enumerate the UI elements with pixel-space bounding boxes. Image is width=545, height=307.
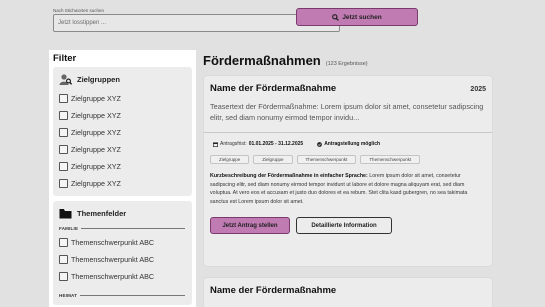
filter-title: Filter [53, 53, 77, 64]
zielgruppen-header[interactable]: Zielgruppen [59, 72, 185, 86]
card-meta: Antragsfrist: 01.01.2025 - 31.12.2025 An… [204, 133, 492, 147]
zielgruppe-option[interactable]: Zielgruppe XYZ [59, 175, 185, 192]
card-description: Kurzbeschreibung der Fördermaßnahme in e… [204, 164, 492, 206]
zielgruppe-option[interactable]: Zielgruppe XYZ [59, 158, 185, 175]
card-title[interactable]: Name der Fördermaßnahme [210, 285, 336, 296]
tag: Zielgruppe [210, 155, 250, 164]
zielgruppen-title: Zielgruppen [77, 74, 120, 84]
checkbox[interactable] [59, 94, 68, 103]
zielgruppe-option[interactable]: Zielgruppe XYZ [59, 90, 185, 107]
checkbox[interactable] [59, 238, 68, 247]
search-button[interactable]: Jetzt suchen [296, 8, 418, 26]
zielgruppe-option[interactable]: Zielgruppe XYZ [59, 141, 185, 158]
option-label: Zielgruppe XYZ [71, 179, 121, 188]
card-actions: Jetzt Antrag stellen Detaillierte Inform… [204, 206, 492, 234]
result-card: Name der Fördermaßnahme [203, 277, 493, 307]
page-title: Fördermaßnahmen [203, 53, 321, 68]
checkbox[interactable] [59, 179, 68, 188]
period-value: 01.01.2025 - 31.12.2025 [248, 141, 304, 147]
checkbox[interactable] [59, 128, 68, 137]
option-label: Zielgruppe XYZ [71, 111, 121, 120]
divider [80, 294, 185, 296]
option-label: Zielgruppe XYZ [71, 128, 121, 137]
filter-sidebar: Filter Zielgruppen Zielgruppe XYZ Zielgr… [49, 50, 196, 307]
checkbox[interactable] [59, 145, 68, 154]
themenschwerpunkt-option[interactable]: Themenschwerpunkt ABC [59, 234, 185, 251]
themenfelder-panel: Themenfelder FAMILIE Themenschwerpunkt A… [53, 201, 192, 305]
zielgruppen-panel: Zielgruppen Zielgruppe XYZ Zielgruppe XY… [53, 67, 192, 196]
folder-icon [59, 208, 72, 218]
period-label: Antragsfrist: [220, 141, 247, 147]
check-circle-icon [317, 141, 323, 147]
checkbox[interactable] [59, 111, 68, 120]
option-label: Zielgruppe XYZ [71, 94, 121, 103]
checkbox[interactable] [59, 255, 68, 264]
result-count: (123 Ergebnisse) [325, 61, 368, 67]
calendar-icon [213, 141, 218, 147]
apply-button[interactable]: Jetzt Antrag stellen [210, 217, 290, 234]
results-header: Fördermaßnahmen (123 Ergebnisse) [203, 53, 368, 68]
option-label: Zielgruppe XYZ [71, 145, 121, 154]
result-card: Name der Fördermaßnahme 2025 Teasertext … [203, 75, 493, 267]
themenschwerpunkt-option[interactable]: Themenschwerpunkt ABC [59, 268, 185, 285]
zielgruppe-option[interactable]: Zielgruppe XYZ [59, 107, 185, 124]
themenschwerpunkt-option[interactable]: Themenschwerpunkt ABC [59, 251, 185, 268]
option-label: Themenschwerpunkt ABC [71, 238, 155, 247]
themenfelder-header[interactable]: Themenfelder [59, 206, 185, 220]
divider [81, 227, 185, 229]
zielgruppe-option[interactable]: Zielgruppe XYZ [59, 124, 185, 141]
card-tags: Zielgruppe Zielgruppe Themenschwerpunkt … [204, 147, 492, 164]
option-label: Themenschwerpunkt ABC [71, 255, 155, 264]
search-button-label: Jetzt suchen [342, 13, 382, 21]
details-button[interactable]: Detaillierte Information [296, 217, 392, 234]
group-label-heimat: HEIMAT [59, 291, 185, 299]
status-text: Antragstellung möglich [324, 141, 381, 147]
group-label-familie: FAMILIE [59, 224, 185, 232]
checkbox[interactable] [59, 162, 68, 171]
checkbox[interactable] [59, 272, 68, 281]
option-label: Zielgruppe XYZ [71, 162, 121, 171]
tag: Themenschwerpunkt [360, 155, 421, 164]
option-label: Themenschwerpunkt ABC [71, 272, 155, 281]
search-icon [332, 13, 340, 21]
card-teaser: Teasertext der Fördermaßnahme: Lorem ips… [210, 102, 484, 122]
user-search-icon [59, 73, 72, 85]
themenfelder-title: Themenfelder [77, 208, 127, 218]
description-label: Kurzbeschreibung der Fördermaßnahme in e… [210, 173, 368, 179]
tag: Zielgruppe [253, 155, 293, 164]
card-title[interactable]: Name der Fördermaßnahme [210, 83, 336, 94]
card-year: 2025 [470, 86, 486, 93]
tag: Themenschwerpunkt [296, 155, 357, 164]
